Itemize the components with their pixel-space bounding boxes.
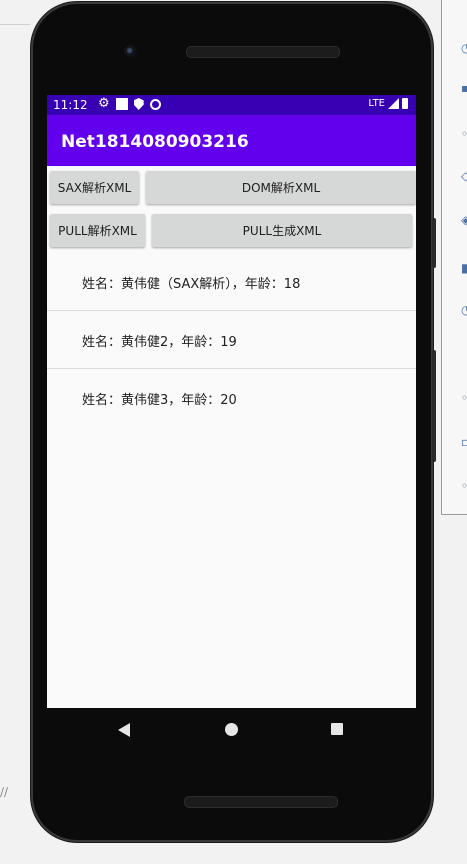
status-time: 11:12 <box>53 98 88 112</box>
earpiece-speaker <box>186 46 340 58</box>
volume-button[interactable] <box>432 218 436 268</box>
battery-icon <box>402 98 408 109</box>
tool-icon[interactable]: ◦ <box>461 480 467 492</box>
tool-icon[interactable]: ▪ <box>461 82 467 94</box>
pull-parse-button[interactable]: PULL解析XML <box>50 214 145 247</box>
home-icon[interactable] <box>225 723 238 736</box>
list-item[interactable]: 姓名：黄伟健（SAX解析），年龄：18 <box>47 253 416 311</box>
tool-icon[interactable]: ▫ <box>461 436 467 448</box>
status-bar: 11:12 ⚙ LTE <box>47 95 416 115</box>
tool-icon[interactable]: ◇ <box>461 170 467 182</box>
shield-icon <box>133 98 144 110</box>
list-item-text: 姓名：黄伟健（SAX解析），年龄：18 <box>82 277 301 292</box>
app-title: Net1814080903216 <box>61 132 249 152</box>
app-bar: Net1814080903216 <box>47 115 416 166</box>
sax-parse-button[interactable]: SAX解析XML <box>50 171 139 204</box>
device-screen: 11:12 ⚙ LTE Net1814080903216 SAX解析XML DO… <box>47 95 416 708</box>
back-icon[interactable] <box>118 723 130 737</box>
network-type: LTE <box>368 98 385 109</box>
tool-icon[interactable]: ◈ <box>461 214 467 226</box>
list-item[interactable]: 姓名：黄伟健3，年龄：20 <box>47 369 416 427</box>
list-item[interactable]: 姓名：黄伟健2，年龄：19 <box>47 311 416 369</box>
tool-icon[interactable]: ◔ <box>461 304 467 316</box>
pull-generate-button[interactable]: PULL生成XML <box>152 214 412 247</box>
tool-icon[interactable]: ■ <box>461 262 467 274</box>
bottom-speaker <box>184 796 338 808</box>
resize-grip-icon: ∕∕ <box>0 785 9 799</box>
ide-tool-panel: ◔ ▪ ◦ ◇ ◈ ■ ◔ ◦ ▫ ◦ <box>441 0 467 515</box>
notification-square-icon <box>115 98 128 110</box>
recents-icon[interactable] <box>331 723 343 735</box>
list-item-text: 姓名：黄伟健2，年龄：19 <box>82 335 237 350</box>
settings-icon: ⚙ <box>98 96 110 111</box>
power-button[interactable] <box>432 350 436 462</box>
navigation-bar <box>47 708 416 750</box>
tool-icon[interactable]: ◦ <box>461 392 467 404</box>
sync-circle-icon <box>149 98 161 110</box>
list-item-text: 姓名：黄伟健3，年龄：20 <box>82 393 237 408</box>
front-camera-icon <box>124 45 138 59</box>
dom-parse-button[interactable]: DOM解析XML <box>146 171 416 204</box>
signal-icon <box>388 98 399 109</box>
ide-divider <box>0 24 30 25</box>
tool-icon[interactable]: ◦ <box>461 128 467 140</box>
tool-icon[interactable]: ◔ <box>461 42 467 54</box>
